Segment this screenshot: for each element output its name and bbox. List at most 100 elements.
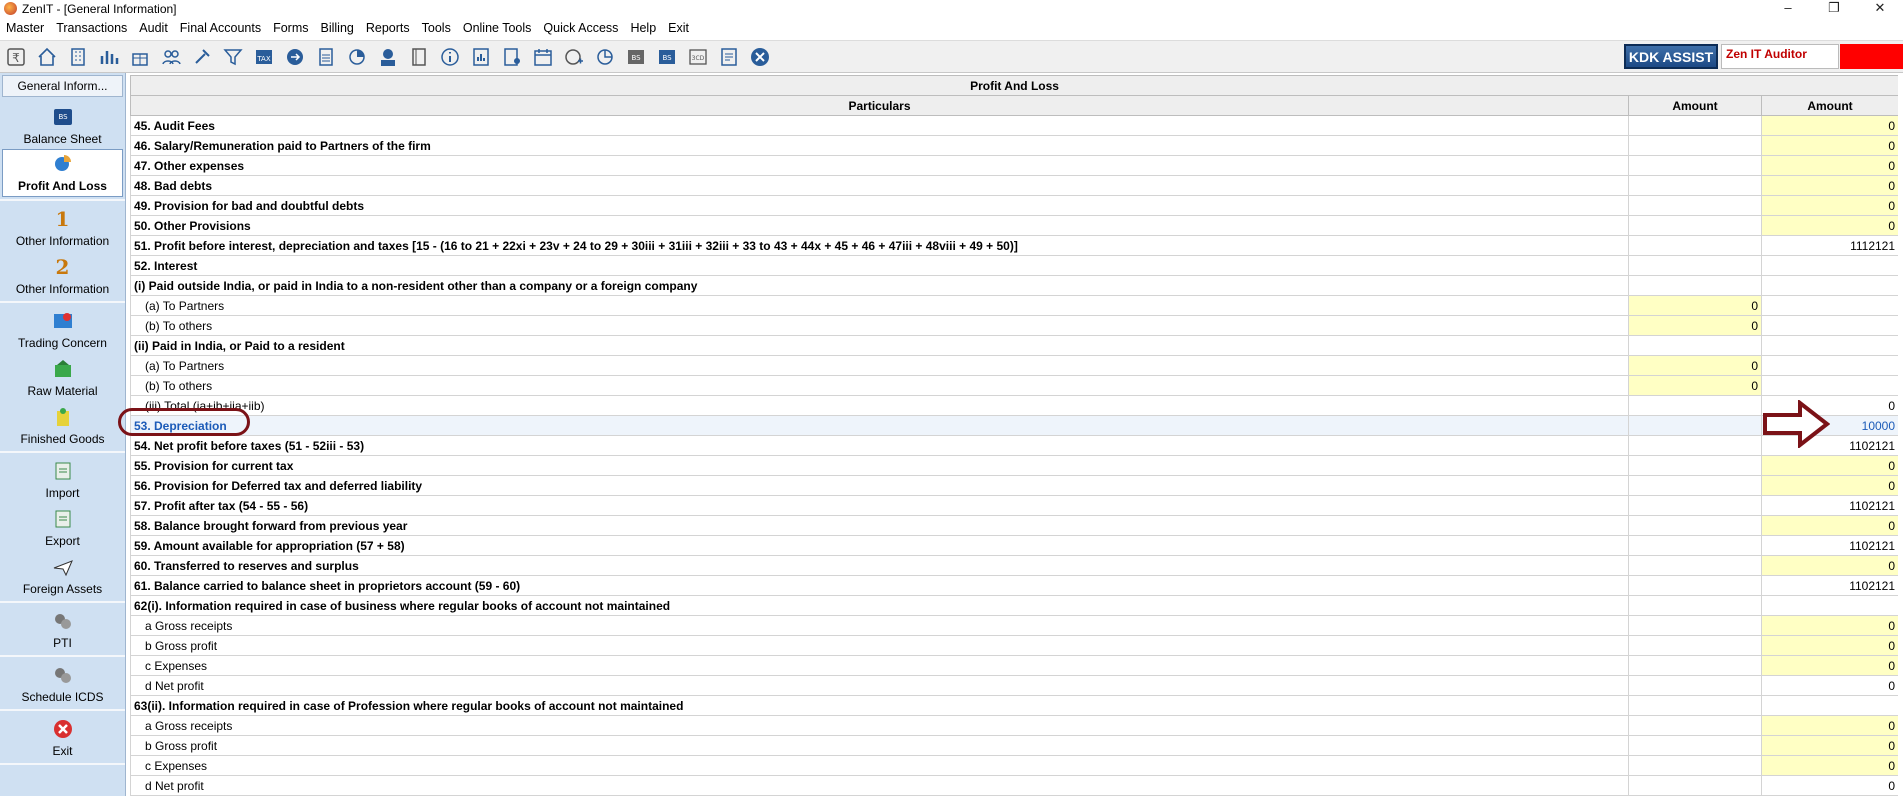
amount-cell-1 (1628, 415, 1762, 436)
menu-final-accounts[interactable]: Final Accounts (180, 21, 261, 35)
close-button[interactable]: ✕ (1857, 0, 1903, 17)
user-document-icon[interactable] (499, 45, 525, 69)
table-row: 57. Profit after tax (54 - 55 - 56) 11021… (130, 495, 1898, 516)
sidebar-item-pti[interactable]: PTI (0, 605, 125, 653)
bs-icon[interactable]: BS (623, 45, 649, 69)
pay-icon[interactable] (375, 45, 401, 69)
particulars-cell: d Net profit (130, 675, 1629, 696)
amount-cell-2[interactable]: 0 (1760, 135, 1898, 156)
amount-cell-2[interactable]: 0 (1760, 155, 1898, 176)
refresh-document-icon[interactable] (592, 45, 618, 69)
menu-exit[interactable]: Exit (668, 21, 689, 35)
amount-cell-1[interactable]: 0 (1628, 355, 1762, 376)
table-row: (iii) Total (ia+ib+iia+iib) 0 (130, 395, 1898, 416)
tax-icon[interactable]: TAX (251, 45, 277, 69)
sidebar-item-raw-material[interactable]: Raw Material (0, 353, 125, 401)
amount-cell-2[interactable]: 0 (1760, 475, 1898, 496)
finished-goods-icon (50, 405, 76, 429)
sidebar-item-import[interactable]: Import (0, 455, 125, 503)
amount-cell-1 (1628, 775, 1762, 796)
restore-button[interactable]: ❐ (1811, 0, 1857, 17)
amount-cell-1[interactable]: 0 (1628, 375, 1762, 396)
table-row: d Net profit 0 (130, 675, 1898, 696)
amount-cell-1[interactable]: 0 (1628, 315, 1762, 336)
amount-cell-2[interactable]: 0 (1760, 115, 1898, 136)
amount-cell-2[interactable]: 0 (1760, 215, 1898, 236)
pie-chart-icon[interactable] (344, 45, 370, 69)
bar-chart-icon[interactable] (96, 45, 122, 69)
3cd-icon[interactable]: 3CD (685, 45, 711, 69)
sidebar-item-schedule-icds[interactable]: Schedule ICDS (0, 659, 125, 707)
window-controls: – ❐ ✕ (1765, 0, 1903, 17)
column-header-particulars: Particulars (130, 95, 1629, 116)
sidebar-item-exit[interactable]: Exit (0, 713, 125, 761)
sidebar-group-inventory: Trading Concern Raw Material Finished Go… (0, 303, 125, 453)
particulars-cell: (iii) Total (ia+ib+iia+iib) (130, 395, 1629, 416)
building-icon[interactable] (65, 45, 91, 69)
amount-cell-2 (1760, 315, 1898, 336)
zen-it-auditor-button[interactable]: Zen IT Auditor (1721, 44, 1839, 69)
menu-master[interactable]: Master (6, 21, 44, 35)
sidebar-item-profit-and-loss[interactable]: Profit And Loss (2, 149, 123, 197)
rupee-icon[interactable]: ₹ (3, 45, 29, 69)
amount-cell-2[interactable]: 0 (1760, 195, 1898, 216)
sidebar-item-finished-goods[interactable]: Finished Goods (0, 401, 125, 449)
particulars-cell: 49. Provision for bad and doubtful debts (130, 195, 1629, 216)
table-row: b Gross profit 0 (130, 635, 1898, 656)
amount-cell-2[interactable]: 0 (1760, 175, 1898, 196)
amount-cell-1 (1628, 635, 1762, 656)
table-row: a Gross receipts 0 (130, 715, 1898, 736)
globe-plus-icon[interactable] (561, 45, 587, 69)
number-2-icon: 2 (55, 255, 70, 279)
calculator-icon[interactable] (313, 45, 339, 69)
amount-cell-2[interactable]: 0 (1760, 735, 1898, 756)
amount-cell-2 (1760, 295, 1898, 316)
menu-help[interactable]: Help (630, 21, 656, 35)
close-circle-icon[interactable] (747, 45, 773, 69)
menu-online-tools[interactable]: Online Tools (463, 21, 532, 35)
particulars-cell: 52. Interest (130, 255, 1629, 276)
sidebar-tab-general-information[interactable]: General Inform... (2, 75, 123, 97)
sidebar-item-trading-concern[interactable]: Trading Concern (0, 305, 125, 353)
amount-cell-1[interactable]: 0 (1628, 295, 1762, 316)
sidebar-item-label: Import (45, 486, 80, 500)
sidebar-item-balance-sheet[interactable]: BS Balance Sheet (0, 101, 125, 149)
amount-cell-2[interactable]: 0 (1760, 755, 1898, 776)
menu-reports[interactable]: Reports (366, 21, 410, 35)
amount-cell-2[interactable]: 0 (1760, 515, 1898, 536)
kdk-assist-button[interactable]: KDK ASSIST (1624, 44, 1718, 69)
filter-icon[interactable] (220, 45, 246, 69)
menu-forms[interactable]: Forms (273, 21, 308, 35)
menu-quick-access[interactable]: Quick Access (543, 21, 618, 35)
refresh-icon[interactable] (282, 45, 308, 69)
particulars-cell: c Expenses (130, 755, 1629, 776)
minimize-button[interactable]: – (1765, 0, 1811, 17)
sidebar-item-other-information-2[interactable]: 2 Other Information (0, 251, 125, 299)
gift-icon[interactable] (127, 45, 153, 69)
book-icon[interactable] (406, 45, 432, 69)
sidebar-item-foreign-assets[interactable]: Foreign Assets (0, 551, 125, 599)
amount-cell-2[interactable]: 0 (1760, 455, 1898, 476)
form-icon[interactable] (716, 45, 742, 69)
particulars-cell: d Net profit (130, 775, 1629, 796)
menu-billing[interactable]: Billing (321, 21, 354, 35)
sidebar-item-export[interactable]: Export (0, 503, 125, 551)
calendar-icon[interactable] (530, 45, 556, 69)
amount-cell-2[interactable]: 0 (1760, 555, 1898, 576)
report-chart-icon[interactable] (468, 45, 494, 69)
menu-tools[interactable]: Tools (422, 21, 451, 35)
home-icon[interactable] (34, 45, 60, 69)
hammer-icon[interactable] (189, 45, 215, 69)
particulars-cell: 63(ii). Information required in case of … (130, 695, 1629, 716)
bs-stack-icon[interactable]: BS (654, 45, 680, 69)
amount-cell-2[interactable]: 0 (1760, 715, 1898, 736)
amount-cell-2[interactable]: 0 (1760, 615, 1898, 636)
amount-cell-2[interactable]: 0 (1760, 635, 1898, 656)
users-icon[interactable] (158, 45, 184, 69)
menu-audit[interactable]: Audit (139, 21, 168, 35)
amount-cell-2[interactable]: 0 (1760, 655, 1898, 676)
info-icon[interactable] (437, 45, 463, 69)
sidebar-item-other-information-1[interactable]: 1 Other Information (0, 203, 125, 251)
particulars-cell: (i) Paid outside India, or paid in India… (130, 275, 1629, 296)
menu-transactions[interactable]: Transactions (56, 21, 127, 35)
